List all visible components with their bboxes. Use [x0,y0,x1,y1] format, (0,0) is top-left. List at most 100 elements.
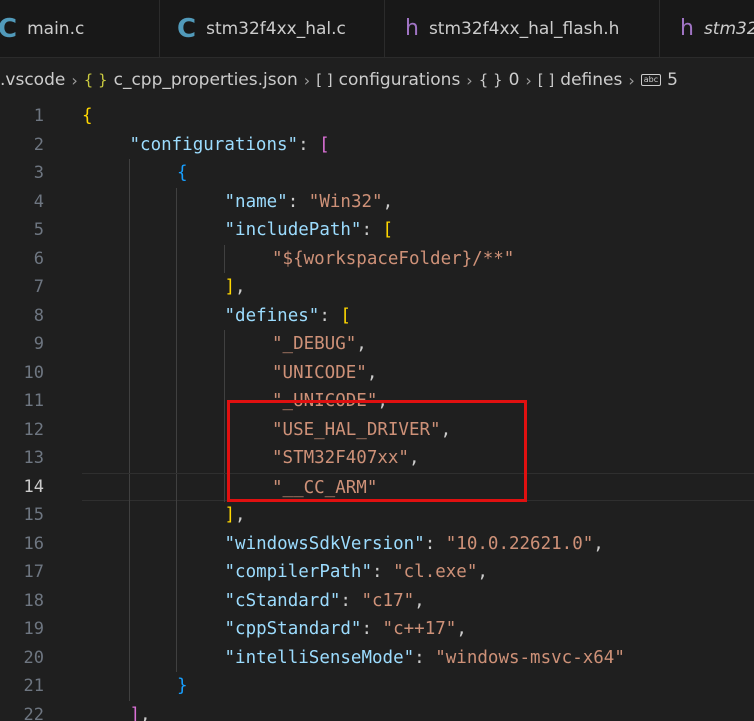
code-token: { [177,163,188,183]
code-token: "STM32F407xx" [272,448,409,468]
indent-guide [176,501,177,530]
code-text: ], [225,501,246,530]
code-text: "_DEBUG", [272,330,367,359]
code-token: "USE_HAL_DRIVER" [272,419,441,440]
code-token: , [235,277,246,297]
indent-guide [223,473,225,502]
indent-guide [128,330,130,359]
c-file-icon: C [0,14,17,44]
code-token: [ [319,134,330,155]
line-number: 14 [23,476,44,497]
code-line[interactable]: 18 "cStandard": "c17", [0,586,754,615]
indent-guide [128,387,130,416]
breadcrumb-configurations[interactable]: configurations [339,70,461,90]
tab-stm32f4xx-hal-flash-h[interactable]: h stm32f4xx_hal_flash.h [385,0,660,57]
indent-guide [128,187,130,216]
code-text: } [177,672,188,701]
line-number: 11 [23,391,44,411]
tab-label: stm32f4xx_hal_flash.h [703,18,754,39]
code-line[interactable]: 22], [0,701,754,721]
code-token: , [408,448,420,468]
code-line[interactable]: 14 "__CC_ARM" [0,472,754,502]
line-number: 10 [23,362,44,383]
code-text: "windowsSdkVersion": "10.0.22621.0", [225,530,604,559]
code-line[interactable]: 6 "${workspaceFolder}/**" [0,244,754,273]
code-line[interactable]: 21} [0,672,754,701]
breadcrumb-folder[interactable]: .vscode [0,70,65,90]
indent-guide [176,558,177,587]
code-token: : [361,220,383,240]
code-token: "c++17" [382,619,457,639]
tab-main-c[interactable]: C main.c [0,0,160,57]
line-number: 13 [23,448,44,468]
code-line[interactable]: 13 "STM32F407xx", [0,444,754,473]
code-token: , [477,562,488,582]
indent-guide [128,273,130,302]
json-file-icon: { } [83,71,108,89]
code-line[interactable]: 4 "name": "Win32", [0,187,754,217]
code-token: "UNICODE" [272,362,367,383]
code-line[interactable]: 2 "configurations": [ [0,131,754,160]
code-text: "USE_HAL_DRIVER", [272,416,451,445]
tab-stm32f4xx-hal-c[interactable]: C stm32f4xx_hal.c [160,0,385,57]
code-token: "cStandard" [224,590,341,611]
code-line[interactable]: 19 "cppStandard": "c++17", [0,615,754,644]
code-token: [ [340,305,351,326]
indent-guide [176,444,177,473]
code-token: "${workspaceFolder}/**" [272,248,515,269]
breadcrumb-defines[interactable]: defines [560,70,622,90]
indent-guide [128,473,130,502]
line-number: 2 [33,134,44,155]
code-line[interactable]: 16 "windowsSdkVersion": "10.0.22621.0", [0,529,754,559]
code-line[interactable]: 3{ [0,159,754,188]
line-number: 19 [23,619,44,639]
code-line[interactable]: 17 "compilerPath": "cl.exe", [0,558,754,587]
indent-guide [176,615,177,644]
code-content: "defines": [ [82,301,754,330]
code-line[interactable]: 11 "_UNICODE", [0,387,754,416]
code-token: : [298,134,320,155]
breadcrumb-index[interactable]: 0 [509,70,520,90]
code-line[interactable]: 7], [0,273,754,302]
code-line[interactable]: 1{ [0,102,754,131]
line-number: 16 [23,533,44,554]
code-editor[interactable]: 1{ 2 "configurations": [3{ 4 "name": "Win32"… [0,102,754,721]
code-content: "cppStandard": "c++17", [82,615,754,644]
indent-guide [176,358,177,387]
code-line[interactable]: 20 "intelliSenseMode": "windows-msvc-x64" [0,643,754,672]
code-line[interactable]: 15], [0,501,754,530]
code-line[interactable]: 10 "UNICODE", [0,358,754,387]
code-text: "configurations": [ [130,131,330,160]
code-content: "configurations": [ [82,131,754,160]
code-line[interactable]: 9 "_DEBUG", [0,330,754,359]
chevron-right-icon: › [303,70,311,90]
array-icon: [ ] [537,71,555,89]
code-content: ], [82,501,754,530]
line-number: 4 [33,191,44,212]
code-token: , [140,704,151,721]
code-line[interactable]: 8 "defines": [ [0,301,754,330]
code-token: , [456,619,467,639]
code-token: , [366,362,378,383]
code-content: ], [82,273,754,302]
indent-guide [128,159,130,188]
code-token: "10.0.22621.0" [445,533,594,554]
code-content: "compilerPath": "cl.exe", [82,558,754,587]
code-content: "cStandard": "c17", [82,586,754,615]
line-number: 12 [23,419,44,440]
code-token: "compilerPath" [224,562,373,582]
code-token: , [382,191,394,212]
code-line[interactable]: 12 "USE_HAL_DRIVER", [0,415,754,445]
tab-label: stm32f4xx_hal_flash.h [428,18,620,39]
line-number: 5 [33,220,44,240]
editor-tab-bar: C main.c C stm32f4xx_hal.c h stm32f4xx_h… [0,0,754,58]
code-text: "name": "Win32", [225,188,394,217]
line-number: 20 [23,647,44,668]
code-text: ], [225,273,246,302]
code-content: "_UNICODE", [82,387,754,416]
indent-guide [176,244,177,273]
tab-overflow[interactable]: h stm32f4xx_hal_flash.h [660,0,754,57]
breadcrumb-file[interactable]: c_cpp_properties.json [114,70,298,90]
breadcrumb-item[interactable]: 5 [667,70,678,90]
code-line[interactable]: 5 "includePath": [ [0,216,754,245]
